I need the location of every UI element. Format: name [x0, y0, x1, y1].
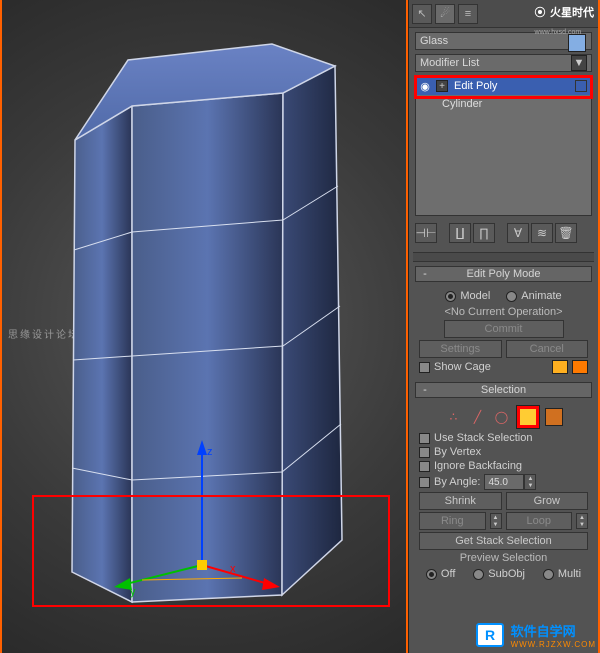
animate-radio[interactable]: Animate	[506, 290, 561, 302]
lightbulb-icon[interactable]: ◉	[420, 80, 430, 93]
svg-text:z: z	[207, 446, 213, 458]
object-color-swatch[interactable]	[568, 34, 586, 52]
remove-modifier-icon[interactable]: ∀	[507, 223, 529, 243]
preview-subobj-radio[interactable]: SubObj	[473, 568, 525, 580]
minus-icon: -	[418, 267, 432, 281]
rollout-edit-poly-mode: - Edit Poly Mode Model Animate <No Curre…	[415, 266, 592, 380]
loop-spinner[interactable]: ▲▼	[576, 513, 588, 529]
get-stack-selection-button[interactable]: Get Stack Selection	[419, 532, 588, 550]
expand-icon[interactable]: +	[436, 80, 448, 92]
stack-item-endbox[interactable]	[575, 80, 587, 92]
modify-tab-icon[interactable]: ☄	[435, 4, 455, 24]
rollout-selection: - Selection ∴ ╱ ◯ Use Stack Selection By…	[415, 382, 592, 588]
viewport-geometry: z x y	[2, 0, 410, 653]
cancel-button[interactable]: Cancel	[506, 340, 589, 358]
ring-spinner[interactable]: ▲▼	[490, 513, 502, 529]
configure-sets-icon[interactable]: ≋	[531, 223, 553, 243]
make-unique-icon[interactable]: ∏	[473, 223, 495, 243]
edge-icon[interactable]: ╱	[469, 408, 487, 426]
commit-button[interactable]: Commit	[444, 320, 564, 338]
stack-item-edit-poly[interactable]: ◉ + Edit Poly	[416, 77, 591, 95]
element-icon[interactable]	[545, 408, 563, 426]
cage-color-1[interactable]	[552, 360, 568, 374]
chevron-down-icon[interactable]: ▼	[525, 482, 535, 489]
settings-button[interactable]: Settings	[419, 340, 502, 358]
minus-icon: -	[418, 383, 432, 397]
polygon-icon[interactable]	[517, 406, 539, 428]
preview-selection-label: Preview Selection	[419, 552, 588, 564]
cage-color-2[interactable]	[572, 360, 588, 374]
loop-button[interactable]: Loop	[506, 512, 573, 530]
vertex-icon[interactable]: ∴	[445, 408, 463, 426]
pin-stack-icon[interactable]: ⊣⊢	[415, 223, 437, 243]
trash-icon[interactable]: 🗑	[555, 223, 577, 243]
chevron-down-icon: ▼	[571, 55, 587, 71]
stack-toolbar: ⊣⊢ ∐ ∏ ∀ ≋ 🗑	[415, 222, 592, 244]
show-cage-checkbox[interactable]	[419, 362, 430, 373]
svg-text:y: y	[130, 586, 136, 598]
ignore-backfacing-checkbox[interactable]	[419, 461, 430, 472]
modifier-list-label: Modifier List	[420, 57, 479, 69]
border-icon[interactable]: ◯	[493, 408, 511, 426]
chevron-up-icon[interactable]: ▲	[525, 475, 535, 482]
by-angle-checkbox[interactable]	[419, 477, 430, 488]
rollout-header[interactable]: - Edit Poly Mode	[415, 266, 592, 282]
stack-item-cylinder[interactable]: Cylinder	[416, 95, 591, 113]
shrink-button[interactable]: Shrink	[419, 492, 502, 510]
viewport[interactable]: 思缘设计论坛 WWW.MISSYUAN.COM	[0, 0, 408, 653]
ring-button[interactable]: Ring	[419, 512, 486, 530]
show-end-result-icon[interactable]: ∐	[449, 223, 471, 243]
no-current-operation-label: <No Current Operation>	[419, 306, 588, 318]
model-radio[interactable]: Model	[445, 290, 490, 302]
by-vertex-checkbox[interactable]	[419, 447, 430, 458]
panel-divider	[413, 252, 594, 262]
show-cage-label: Show Cage	[434, 361, 491, 373]
brand-icon: R	[476, 623, 504, 647]
modifier-stack[interactable]: ◉ + Edit Poly Cylinder	[415, 76, 592, 216]
grow-button[interactable]: Grow	[506, 492, 589, 510]
use-stack-selection-checkbox[interactable]	[419, 433, 430, 444]
command-panel: ↖ ☄ ≡ ⦿ 火星时代 www.hxsd.com Glass Modifier…	[408, 0, 600, 653]
rollout-header[interactable]: - Selection	[415, 382, 592, 398]
preview-multi-radio[interactable]: Multi	[543, 568, 581, 580]
by-angle-spinner[interactable]: 45.0 ▲▼	[484, 474, 536, 490]
hierarchy-tab-icon[interactable]: ≡	[458, 4, 478, 24]
stack-item-label: Cylinder	[442, 98, 482, 110]
modifier-list-dropdown[interactable]: Modifier List ▼	[415, 54, 592, 72]
stack-item-label: Edit Poly	[454, 80, 497, 92]
subobject-level-icons: ∴ ╱ ◯	[419, 406, 588, 428]
footer-watermark: R 软件自学网 WWW.RJZXW.COM	[474, 619, 598, 651]
create-tab-icon[interactable]: ↖	[412, 4, 432, 24]
preview-off-radio[interactable]: Off	[426, 568, 455, 580]
svg-text:x: x	[230, 563, 236, 575]
